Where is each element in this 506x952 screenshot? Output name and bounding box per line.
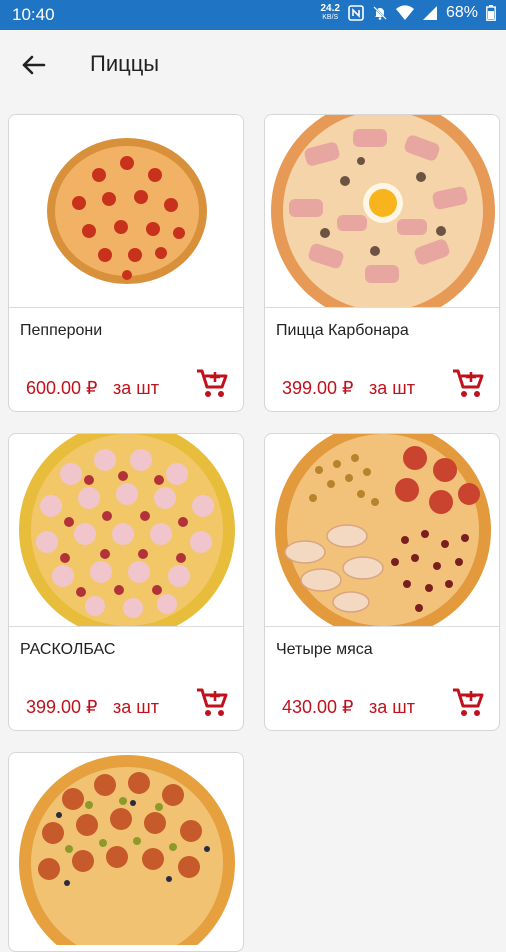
- signal-icon: [422, 6, 437, 20]
- product-name: Пепперони: [20, 322, 103, 339]
- product-name: РАСКОЛБАС: [20, 641, 116, 658]
- product-price: 399.00 ₽: [26, 697, 98, 717]
- network-speed: 24.2 KB/S: [321, 4, 340, 22]
- battery-percent: 68%: [445, 4, 478, 21]
- price-unit: за шт: [113, 697, 159, 717]
- mute-bell-icon: [373, 6, 387, 20]
- pizza-image: [265, 434, 499, 626]
- pizza-image: [9, 115, 243, 307]
- price-unit: за шт: [369, 378, 415, 398]
- page-title: Пиццы: [90, 51, 160, 76]
- product-price: 600.00 ₽: [26, 378, 98, 398]
- nfc-icon: [348, 5, 364, 21]
- product-name: Пицца Карбонара: [276, 322, 409, 339]
- wifi-icon: [395, 5, 414, 21]
- product-price: 430.00 ₽: [282, 697, 354, 717]
- product-card[interactable]: [8, 752, 244, 952]
- card-divider: [265, 626, 499, 627]
- app-bar: Пиццы: [0, 30, 506, 98]
- status-time: 10:40: [12, 5, 55, 24]
- status-icons: 24.2 KB/S 68%: [321, 4, 497, 22]
- product-card[interactable]: Пицца Карбонара 399.00 ₽ за шт: [264, 114, 500, 412]
- pizza-image: [265, 115, 499, 307]
- speed-value: 24.2: [320, 3, 340, 14]
- status-bar: 10:40 24.2 KB/S 68%: [0, 0, 506, 30]
- price-unit: за шт: [113, 378, 159, 398]
- battery-icon: [486, 5, 496, 21]
- card-divider: [9, 626, 243, 627]
- cart-add-icon[interactable]: [451, 367, 485, 401]
- back-arrow-icon[interactable]: [18, 50, 48, 80]
- product-card[interactable]: Четыре мяса 430.00 ₽ за шт: [264, 433, 500, 731]
- card-divider: [265, 307, 499, 308]
- product-card[interactable]: Пепперони 600.00 ₽ за шт: [8, 114, 244, 412]
- speed-unit: KB/S: [322, 14, 339, 21]
- product-name: Четыре мяса: [276, 641, 373, 658]
- product-price: 399.00 ₽: [282, 378, 354, 398]
- product-card[interactable]: РАСКОЛБАС 399.00 ₽ за шт: [8, 433, 244, 731]
- pizza-image: [9, 753, 243, 945]
- price-unit: за шт: [369, 697, 415, 717]
- cart-add-icon[interactable]: [195, 367, 229, 401]
- card-divider: [9, 307, 243, 308]
- pizza-image: [9, 434, 243, 626]
- cart-add-icon[interactable]: [451, 686, 485, 720]
- cart-add-icon[interactable]: [195, 686, 229, 720]
